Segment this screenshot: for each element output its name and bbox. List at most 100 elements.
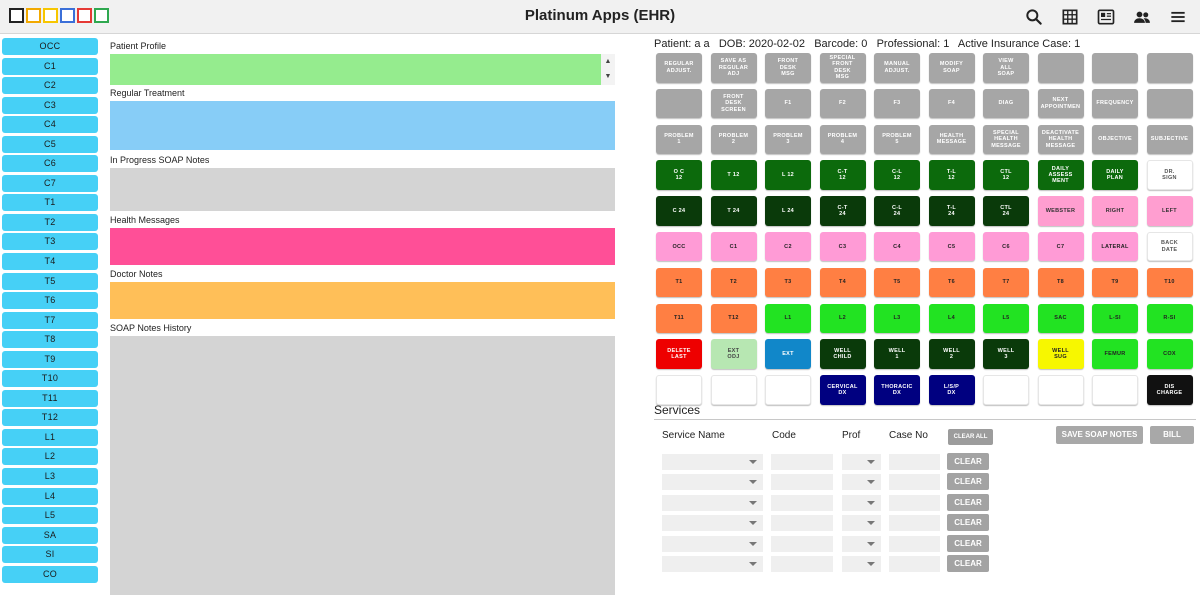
grid-button-o-c-12[interactable]: O C 12 [656, 160, 702, 190]
grid-button-subjective[interactable]: SUBJECTIVE [1146, 124, 1193, 155]
regular-treatment-box[interactable] [110, 101, 615, 150]
level-button-t1[interactable]: T1 [2, 194, 98, 212]
grid-button-t5[interactable]: T5 [874, 267, 920, 298]
grid-button-t6[interactable]: T6 [928, 267, 975, 298]
grid-button-dis-charge[interactable]: DIS CHARGE [1146, 375, 1193, 405]
grid-button-t12[interactable]: T12 [710, 303, 757, 334]
grid-button-t7[interactable]: T7 [983, 267, 1029, 298]
level-button-c4[interactable]: C4 [2, 116, 98, 134]
grid-button-l2[interactable]: L2 [819, 303, 866, 334]
code-input[interactable] [771, 494, 833, 511]
grid-button-regular-adjust[interactable]: REGULAR ADJUST. [656, 53, 702, 83]
people-icon[interactable] [1132, 7, 1152, 27]
grid-button-deactivate-health-message[interactable]: DEACTIVATE HEALTH MESSAGE [1037, 124, 1084, 155]
grid-button-problem-3[interactable]: PROBLEM 3 [765, 124, 811, 155]
case-no-input[interactable] [889, 515, 940, 532]
scroll-down-icon[interactable]: ▼ [601, 69, 615, 84]
grid-button-f4[interactable]: F4 [928, 88, 975, 119]
grid-button-diag[interactable]: DIAG [983, 88, 1029, 119]
grid-button-front-desk-msg[interactable]: FRONT DESK MSG [765, 53, 811, 83]
grid-button-blank[interactable] [1146, 53, 1193, 83]
grid-button-l3[interactable]: L3 [874, 303, 920, 334]
health-messages-box[interactable] [110, 228, 615, 265]
scroll-up-icon[interactable]: ▲ [601, 54, 615, 69]
clear-row-button[interactable]: CLEAR [947, 453, 989, 470]
search-icon[interactable] [1024, 7, 1044, 27]
level-button-l3[interactable]: L3 [2, 468, 98, 486]
level-button-l1[interactable]: L1 [2, 428, 98, 446]
grid-button-c7[interactable]: C7 [1037, 231, 1084, 262]
grid-button-problem-5[interactable]: PROBLEM 5 [874, 124, 920, 155]
level-button-t10[interactable]: T10 [2, 370, 98, 388]
grid-button-next-appointmen[interactable]: NEXT APPOINTMEN [1037, 88, 1084, 119]
grid-button-occ[interactable]: OCC [656, 231, 702, 262]
grid-button-blank[interactable] [1037, 53, 1084, 83]
service-name-select[interactable] [662, 515, 763, 532]
service-name-select[interactable] [662, 535, 763, 552]
grid-button-lateral[interactable]: LATERAL [1092, 231, 1138, 262]
grid-button-l4[interactable]: L4 [928, 303, 975, 334]
grid-button-t-l-12[interactable]: T-L 12 [928, 160, 975, 190]
service-name-select[interactable] [662, 494, 763, 511]
grid-button-c5[interactable]: C5 [928, 231, 975, 262]
code-input[interactable] [771, 454, 833, 470]
save-soap-notes-button[interactable]: SAVE SOAP NOTES [1056, 426, 1143, 444]
newspaper-icon[interactable] [1096, 7, 1116, 27]
grid-button-l5[interactable]: L5 [983, 303, 1029, 334]
grid-button-objective[interactable]: OBJECTIVE [1092, 124, 1138, 155]
prof-select[interactable] [842, 474, 881, 491]
grid-button-c1[interactable]: C1 [710, 231, 757, 262]
grid-button-back-date[interactable]: BACK DATE [1146, 231, 1193, 262]
prof-select[interactable] [842, 494, 881, 511]
level-button-t11[interactable]: T11 [2, 389, 98, 407]
grid-button-c-l-24[interactable]: C-L 24 [874, 196, 920, 226]
case-no-input[interactable] [889, 556, 940, 572]
code-input[interactable] [771, 556, 833, 572]
grid-button-blank[interactable] [1037, 375, 1084, 405]
grid-button-blank[interactable] [710, 375, 757, 405]
level-button-t6[interactable]: T6 [2, 292, 98, 310]
grid-button-t8[interactable]: T8 [1037, 267, 1084, 298]
grid-button-l-si[interactable]: L-SI [1092, 303, 1138, 334]
grid-button-ext[interactable]: EXT [765, 339, 811, 369]
level-button-t2[interactable]: T2 [2, 213, 98, 231]
grid-button-well-2[interactable]: WELL 2 [928, 339, 975, 369]
grid-button-well-child[interactable]: WELL CHILD [819, 339, 866, 369]
grid-button-r-si[interactable]: R-SI [1146, 303, 1193, 334]
level-button-sa[interactable]: SA [2, 526, 98, 544]
grid-button-t11[interactable]: T11 [656, 303, 702, 334]
level-button-c2[interactable]: C2 [2, 77, 98, 95]
case-no-input[interactable] [889, 474, 940, 491]
grid-button-frequency[interactable]: FREQUENCY [1092, 88, 1138, 119]
prof-select[interactable] [842, 515, 881, 532]
grid-button-front-desk-screen[interactable]: FRONT DESK SCREEN [710, 88, 757, 119]
grid-button-l1[interactable]: L1 [765, 303, 811, 334]
grid-button-modify-soap[interactable]: MODIFY SOAP [928, 53, 975, 83]
level-button-occ[interactable]: OCC [2, 38, 98, 55]
grid-button-t9[interactable]: T9 [1092, 267, 1138, 298]
level-button-t4[interactable]: T4 [2, 253, 98, 271]
prof-select[interactable] [842, 556, 881, 572]
doctor-notes-box[interactable] [110, 282, 615, 319]
grid-button-c6[interactable]: C6 [983, 231, 1029, 262]
grid-button-l-s-p-dx[interactable]: L/S/P DX [928, 375, 975, 405]
grid-button-ext-odj[interactable]: EXT ODJ [710, 339, 757, 369]
clear-row-button[interactable]: CLEAR [947, 493, 989, 511]
grid-button-blank[interactable] [765, 375, 811, 405]
patient-profile-scrollbar[interactable]: ▲ ▼ [601, 54, 615, 85]
grid-button-t3[interactable]: T3 [765, 267, 811, 298]
grid-button-problem-1[interactable]: PROBLEM 1 [656, 124, 702, 155]
grid-button-f3[interactable]: F3 [874, 88, 920, 119]
clear-row-button[interactable]: CLEAR [947, 555, 989, 572]
grid-button-c2[interactable]: C2 [765, 231, 811, 262]
grid-button-problem-2[interactable]: PROBLEM 2 [710, 124, 757, 155]
grid-button-special-front-desk-msg[interactable]: SPECIAL FRONT DESK MSG [819, 53, 866, 83]
grid-button-c-l-12[interactable]: C-L 12 [874, 160, 920, 190]
level-button-l2[interactable]: L2 [2, 448, 98, 466]
grid-button-ctl-12[interactable]: CTL 12 [983, 160, 1029, 190]
level-button-t8[interactable]: T8 [2, 331, 98, 349]
level-button-t7[interactable]: T7 [2, 311, 98, 329]
grid-button-left[interactable]: LEFT [1146, 196, 1193, 226]
clear-row-button[interactable]: CLEAR [947, 534, 989, 552]
grid-button-right[interactable]: RIGHT [1092, 196, 1138, 226]
